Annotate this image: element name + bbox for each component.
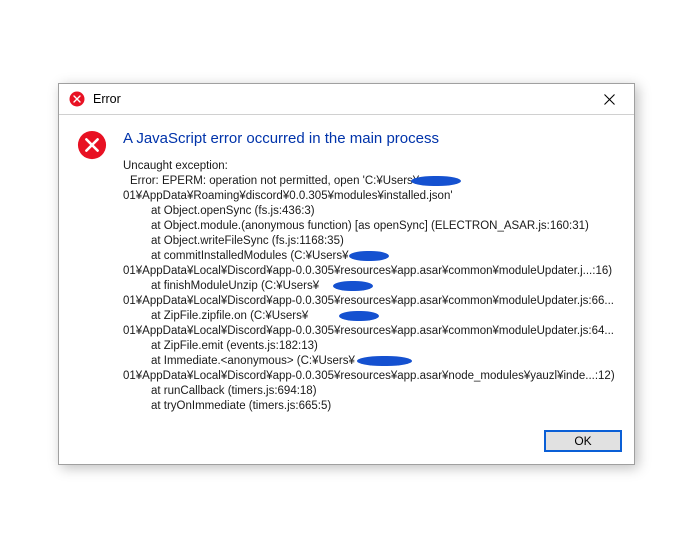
close-button[interactable] [592,87,626,111]
redaction-smudge [339,311,379,321]
stacktrace-line: 01¥AppData¥Local¥Discord¥app-0.0.305¥res… [123,324,616,339]
stacktrace-line: 01¥AppData¥Local¥Discord¥app-0.0.305¥res… [123,369,616,384]
redaction-smudge [333,281,373,291]
error-message: Uncaught exception:Error: EPERM: operati… [123,159,616,414]
close-icon [604,94,615,105]
error-heading: A JavaScript error occurred in the main … [123,130,616,159]
redaction-smudge [357,356,412,366]
error-dialog: Error A JavaScript error occurred in the… [58,83,635,465]
stacktrace-line: at Object.writeFileSync (fs.js:1168:35) [123,234,616,249]
stacktrace-line: Uncaught exception: [123,159,616,174]
stacktrace-line: 01¥AppData¥Roaming¥discord¥0.0.305¥modul… [123,189,616,204]
stacktrace-line: at Object.module.(anonymous function) [a… [123,219,616,234]
button-bar: OK [59,424,634,464]
ok-button[interactable]: OK [544,430,622,452]
redaction-smudge [349,251,389,261]
window-title: Error [93,92,121,106]
stacktrace-line: at runCallback (timers.js:694:18) [123,384,616,399]
stacktrace-line: at tryOnImmediate (timers.js:665:5) [123,399,616,414]
dialog-content: A JavaScript error occurred in the main … [59,115,634,424]
titlebar[interactable]: Error [59,84,634,115]
error-icon [77,130,111,414]
dialog-body: A JavaScript error occurred in the main … [123,130,616,414]
error-icon [69,91,85,107]
stacktrace-line: at Object.openSync (fs.js:436:3) [123,204,616,219]
stacktrace-line: 01¥AppData¥Local¥Discord¥app-0.0.305¥res… [123,264,616,279]
redaction-smudge [411,176,461,186]
stacktrace-line: Error: EPERM: operation not permitted, o… [123,174,616,189]
stacktrace-line: 01¥AppData¥Local¥Discord¥app-0.0.305¥res… [123,294,616,309]
stacktrace-line: at ZipFile.emit (events.js:182:13) [123,339,616,354]
